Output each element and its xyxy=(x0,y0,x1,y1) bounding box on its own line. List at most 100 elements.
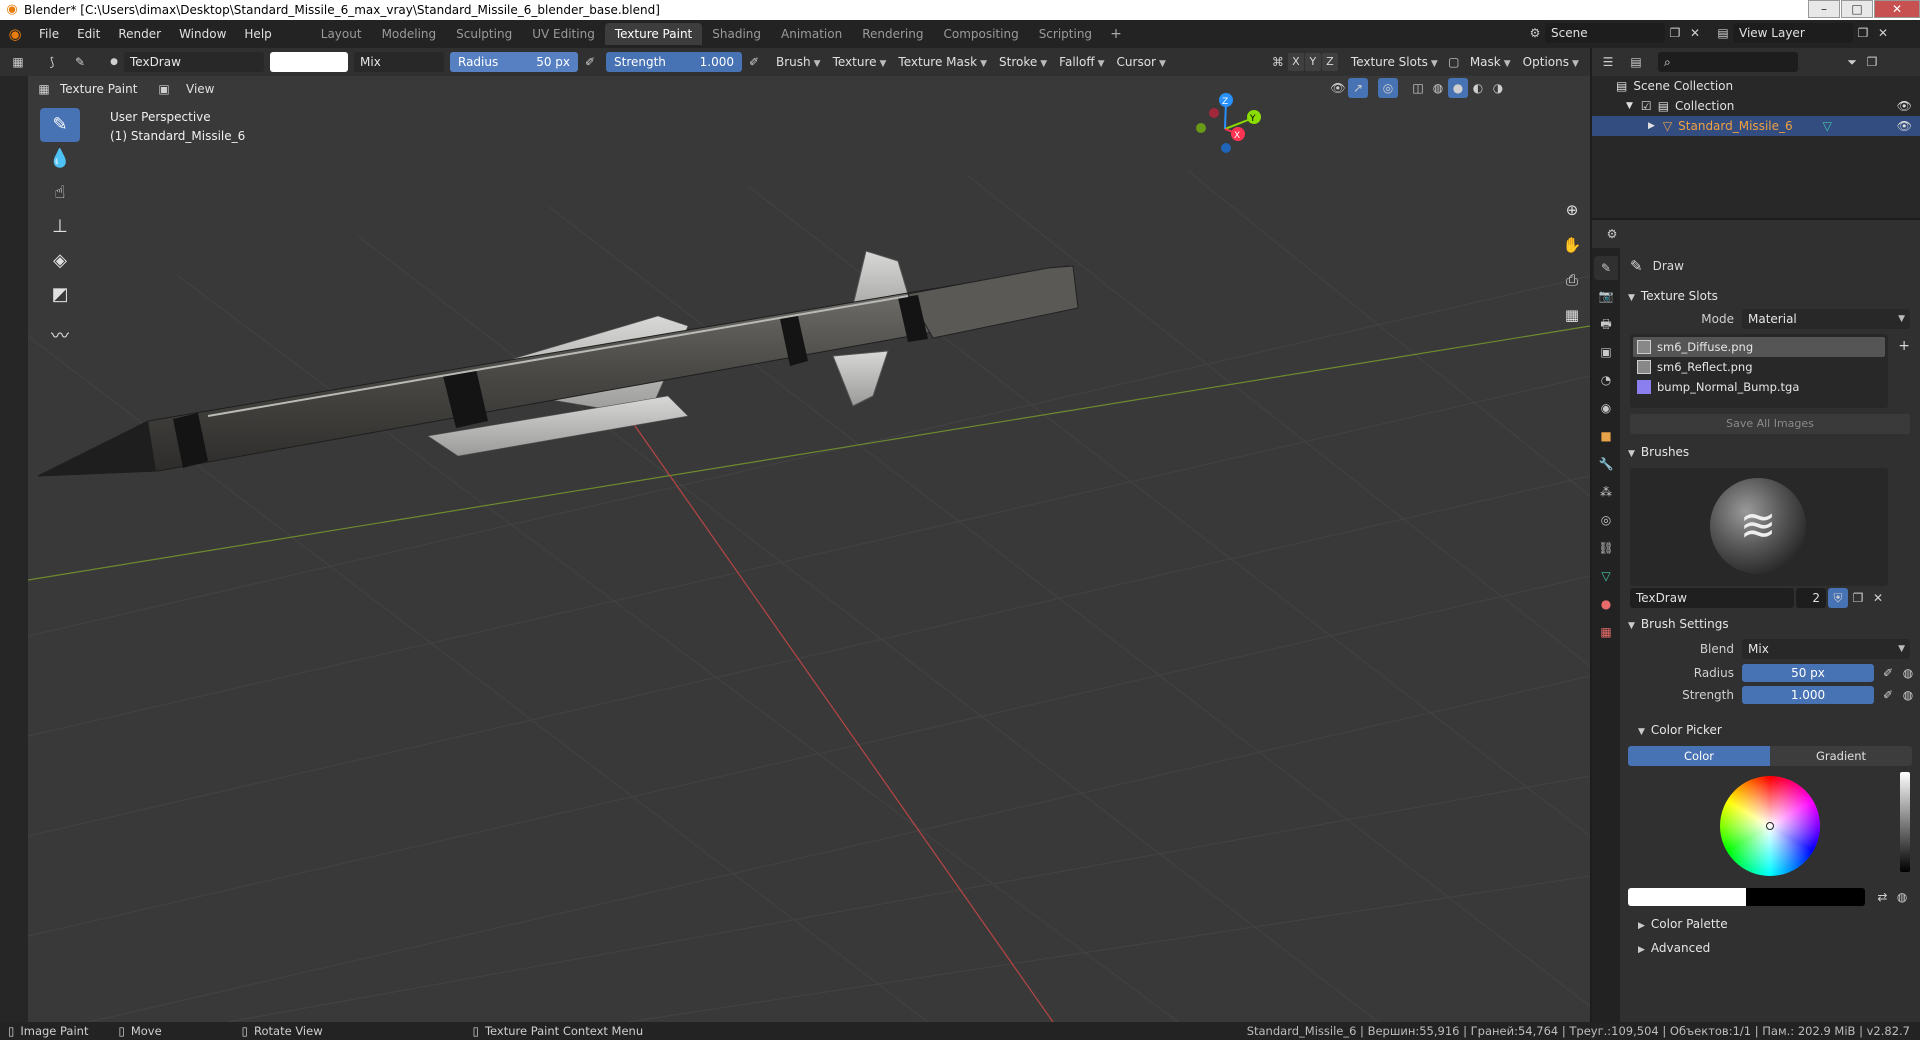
blend-dropdown[interactable]: Mix ▼ xyxy=(1742,639,1910,659)
smear-tool-icon[interactable]: ☝ xyxy=(40,176,80,210)
tab-animation[interactable]: Animation xyxy=(771,23,852,45)
physics-tab-icon[interactable]: ◎ xyxy=(1594,508,1618,532)
brush-settings-panel-header[interactable]: ▼ Brush Settings xyxy=(1622,612,1918,636)
new-collection-icon[interactable]: ❐ xyxy=(1862,52,1882,72)
menu-window[interactable]: Window xyxy=(170,20,235,48)
visibility-eye-icon[interactable]: 👁 xyxy=(1897,99,1912,113)
view-layer-icon[interactable]: ▤ xyxy=(1713,23,1733,43)
save-all-images-button[interactable]: Save All Images xyxy=(1630,414,1910,434)
outliner-search-input[interactable]: ⌕ xyxy=(1658,52,1798,72)
texture-menu[interactable]: Texture ▼ xyxy=(827,55,893,69)
radius-unit-icon[interactable]: ◍ xyxy=(1898,663,1918,683)
add-slot-icon[interactable]: + xyxy=(1898,338,1910,354)
scene-tab-icon[interactable]: ◔ xyxy=(1594,368,1618,392)
pan-hand-icon[interactable]: ✋ xyxy=(1558,231,1586,259)
advanced-panel-header[interactable]: ▶ Advanced xyxy=(1622,936,1918,960)
tab-modeling[interactable]: Modeling xyxy=(372,23,447,45)
texture-slot-item[interactable]: sm6_Reflect.png xyxy=(1633,357,1885,377)
color-wheel[interactable] xyxy=(1720,776,1820,876)
options-menu[interactable]: Options ▼ xyxy=(1517,55,1585,69)
brush-color-swatch[interactable] xyxy=(270,52,348,72)
tab-scripting[interactable]: Scripting xyxy=(1029,23,1102,45)
value-slider-bar[interactable] xyxy=(1900,772,1910,872)
strength-slider[interactable]: 1.000 xyxy=(1742,686,1874,704)
particles-tab-icon[interactable]: ⁂ xyxy=(1594,480,1618,504)
mask-menu[interactable]: Mask ▼ xyxy=(1464,55,1517,69)
tab-rendering[interactable]: Rendering xyxy=(852,23,933,45)
remove-view-layer-icon[interactable]: ✕ xyxy=(1873,23,1893,43)
tool-tab-icon[interactable]: ✎ xyxy=(1594,256,1618,280)
strength-pressure-icon[interactable]: ✐ xyxy=(744,52,764,72)
tab-gradient[interactable]: Gradient xyxy=(1770,746,1912,766)
editor-type-icon[interactable]: ▦ xyxy=(8,52,28,72)
color-picker-panel-header[interactable]: ▼ Color Picker xyxy=(1622,718,1918,742)
add-workspace-button[interactable]: + xyxy=(1102,26,1130,42)
mirror-y-toggle[interactable]: Y xyxy=(1304,53,1321,71)
3d-viewport[interactable]: Z Y X User Perspective (1) Standard_Miss… xyxy=(28,76,1590,1022)
view-layer-field[interactable]: View Layer xyxy=(1733,23,1853,43)
fake-user-shield-icon[interactable]: ⛨ xyxy=(1828,588,1848,608)
gizmo-neg-y-dot[interactable] xyxy=(1196,123,1206,133)
draw-tool-icon[interactable]: ✎ xyxy=(40,108,80,142)
mode-dropdown[interactable]: Texture Paint xyxy=(54,79,148,99)
data-tab-icon[interactable]: ▽ xyxy=(1594,564,1618,588)
render-tab-icon[interactable]: 📷 xyxy=(1594,284,1618,308)
scene-name-field[interactable]: Scene xyxy=(1545,23,1665,43)
texture-mask-menu[interactable]: Texture Mask ▼ xyxy=(892,55,993,69)
tab-layout[interactable]: Layout xyxy=(311,23,372,45)
properties-editor-icon[interactable]: ⚙ xyxy=(1602,224,1622,244)
new-view-layer-icon[interactable]: ❐ xyxy=(1853,23,1873,43)
stroke-menu[interactable]: Stroke ▼ xyxy=(993,55,1053,69)
object-tab-icon[interactable]: ■ xyxy=(1594,424,1618,448)
expand-arrow-icon[interactable]: ▼ xyxy=(1626,101,1633,111)
strength-slider[interactable]: Strength 1.000 xyxy=(606,52,742,72)
mirror-z-toggle[interactable]: Z xyxy=(1321,53,1338,71)
minimize-button[interactable]: – xyxy=(1808,0,1840,18)
cursor-menu[interactable]: Cursor ▼ xyxy=(1111,55,1172,69)
tab-sculpting[interactable]: Sculpting xyxy=(446,23,522,45)
modifier-tab-icon[interactable]: 🔧 xyxy=(1594,452,1618,476)
brush-name-field[interactable]: TexDraw xyxy=(124,52,264,72)
texture-slot-item[interactable]: sm6_Diffuse.png xyxy=(1633,337,1885,357)
brush-icon[interactable]: ✎ xyxy=(70,52,90,72)
gizmo-neg-x-dot[interactable] xyxy=(1209,108,1219,118)
brush-menu[interactable]: Brush ▼ xyxy=(770,55,827,69)
mask-checkbox[interactable]: ▢ xyxy=(1444,52,1464,72)
filter-icon[interactable]: ⏷ xyxy=(1842,52,1862,72)
outliner-collection[interactable]: ▼ ☑ ▤ Collection 👁 xyxy=(1592,96,1920,116)
menu-render[interactable]: Render xyxy=(109,20,170,48)
tab-texture-paint[interactable]: Texture Paint xyxy=(604,23,703,45)
include-checkbox[interactable]: ☑ xyxy=(1641,99,1652,113)
clone-tool-icon[interactable]: ⊥ xyxy=(40,210,80,244)
symmetry-icon[interactable]: ⌘ xyxy=(1268,52,1288,72)
visibility-eye-icon[interactable]: 👁 xyxy=(1897,119,1912,133)
maximize-button[interactable]: □ xyxy=(1841,0,1873,18)
world-tab-icon[interactable]: ◉ xyxy=(1594,396,1618,420)
mode-dropdown[interactable]: Material ▼ xyxy=(1742,309,1910,329)
outliner-object-row[interactable]: ▶ ▽ Standard_Missile_6 ▽ 👁 xyxy=(1592,116,1920,136)
tool-icon[interactable]: ⟆ xyxy=(42,52,62,72)
perspective-grid-icon[interactable]: ▦ xyxy=(1558,301,1586,329)
menu-edit[interactable]: Edit xyxy=(68,20,109,48)
texture-slots-menu[interactable]: Texture Slots ▼ xyxy=(1345,55,1444,69)
swap-colors-icon[interactable]: ⇄ xyxy=(1873,887,1893,907)
close-window-button[interactable]: ✕ xyxy=(1874,0,1920,18)
expand-arrow-icon[interactable]: ▶ xyxy=(1648,121,1655,131)
soften-tool-icon[interactable]: 💧 xyxy=(40,142,80,176)
texture-tab-icon[interactable]: ▦ xyxy=(1594,620,1618,644)
paint-mask-toggle-icon[interactable]: ▣ xyxy=(154,79,174,99)
tab-uv-editing[interactable]: UV Editing xyxy=(522,23,605,45)
radius-pressure-icon[interactable]: ✐ xyxy=(580,52,600,72)
camera-view-icon[interactable]: ⎙ xyxy=(1558,266,1586,294)
menu-file[interactable]: File xyxy=(30,20,68,48)
constraints-tab-icon[interactable]: ⛓ xyxy=(1594,536,1618,560)
falloff-menu[interactable]: Falloff ▼ xyxy=(1053,55,1110,69)
annotate-tool-icon[interactable]: 〰 xyxy=(40,320,80,354)
remove-scene-icon[interactable]: ✕ xyxy=(1685,23,1705,43)
new-scene-icon[interactable]: ❐ xyxy=(1665,23,1685,43)
mirror-x-toggle[interactable]: X xyxy=(1287,53,1304,71)
unified-color-icon[interactable]: ◍ xyxy=(1892,887,1912,907)
strength-unified-icon[interactable]: ◍ xyxy=(1898,685,1918,705)
duplicate-brush-icon[interactable]: ❐ xyxy=(1848,588,1868,608)
outliner-scene-collection[interactable]: ▤ Scene Collection xyxy=(1592,76,1920,96)
